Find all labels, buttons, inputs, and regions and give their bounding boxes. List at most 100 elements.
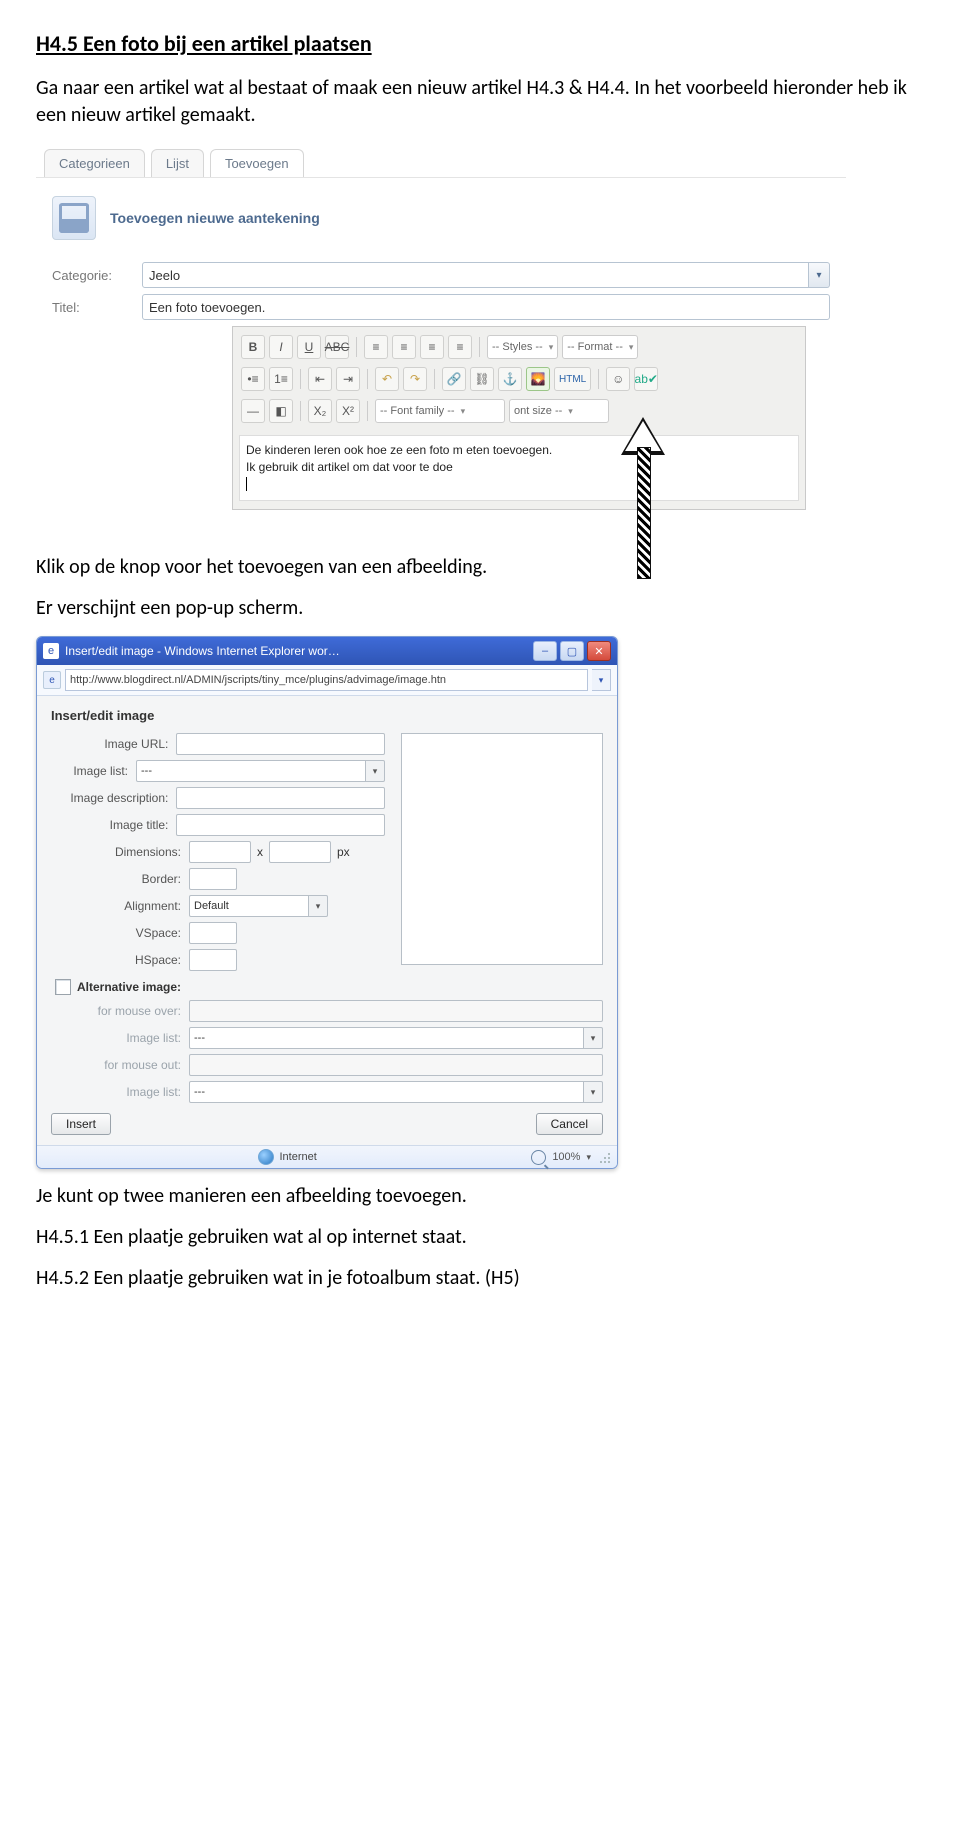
- html-button[interactable]: HTML: [554, 367, 591, 391]
- unlink-icon[interactable]: ⛓: [470, 367, 494, 391]
- label-mouse-out: for mouse out:: [51, 1058, 189, 1072]
- image-title-input[interactable]: [176, 814, 385, 836]
- label-dimensions: Dimensions:: [51, 845, 189, 859]
- label-hspace: HSpace:: [51, 953, 189, 967]
- fontsize-select[interactable]: ont size --▾: [509, 399, 609, 423]
- url-field[interactable]: http://www.blogdirect.nl/ADMIN/jscripts/…: [65, 669, 588, 691]
- paragraph: H4.5.1 Een plaatje gebruiken wat al op i…: [36, 1224, 924, 1251]
- fontfamily-select[interactable]: -- Font family --▾: [375, 399, 505, 423]
- eraser-icon[interactable]: ◧: [269, 399, 293, 423]
- subscript-icon[interactable]: X₂: [308, 399, 332, 423]
- image-url-input[interactable]: [176, 733, 385, 755]
- anchor-icon[interactable]: ⚓: [498, 367, 522, 391]
- paragraph: Klik op de knop voor het toevoegen van e…: [36, 554, 924, 581]
- hr-icon[interactable]: —: [241, 399, 265, 423]
- strike-button[interactable]: ABC: [325, 335, 349, 359]
- mouse-out-input[interactable]: [189, 1054, 603, 1076]
- dropdown-caret-icon[interactable]: ▾: [309, 895, 328, 917]
- superscript-icon[interactable]: X²: [336, 399, 360, 423]
- bold-button[interactable]: B: [241, 335, 265, 359]
- link-icon[interactable]: 🔗: [442, 367, 466, 391]
- dropdown-caret-icon[interactable]: ▾: [809, 262, 830, 288]
- align-center-icon[interactable]: ≡: [392, 335, 416, 359]
- align-right-icon[interactable]: ≡: [420, 335, 444, 359]
- panel-title: Toevoegen nieuwe aantekening: [110, 210, 320, 226]
- redo-icon[interactable]: ↷: [403, 367, 427, 391]
- alt-image-checkbox[interactable]: [55, 979, 71, 995]
- maximize-button[interactable]: ▢: [560, 641, 584, 661]
- label-image-list: Image list:: [51, 764, 136, 778]
- emoticon-icon[interactable]: ☺: [606, 367, 630, 391]
- resize-grip-icon[interactable]: [597, 1150, 611, 1164]
- page-favicon-icon: e: [43, 671, 61, 689]
- tab-toevoegen[interactable]: Toevoegen: [210, 149, 304, 177]
- dropdown-caret-icon[interactable]: ▾: [584, 1081, 603, 1103]
- label-image-list: Image list:: [51, 1031, 189, 1045]
- label-alt-image: Alternative image:: [77, 980, 181, 994]
- screenshot-popup: e Insert/edit image - Windows Internet E…: [36, 636, 618, 1169]
- image-preview: [401, 733, 603, 965]
- dropdown-caret-icon[interactable]: ▾: [366, 760, 385, 782]
- italic-button[interactable]: I: [269, 335, 293, 359]
- window-title: Insert/edit image - Windows Internet Exp…: [65, 644, 533, 658]
- content-line: De kinderen leren ook hoe ze een foto m …: [246, 442, 792, 459]
- styles-select[interactable]: -- Styles --▾: [487, 335, 558, 359]
- dropdown-caret-icon[interactable]: ▾: [592, 669, 611, 691]
- cancel-button[interactable]: Cancel: [536, 1113, 603, 1135]
- tab-lijst[interactable]: Lijst: [151, 149, 204, 177]
- label-image-list: Image list:: [51, 1085, 189, 1099]
- paragraph: H4.5.2 Een plaatje gebruiken wat in je f…: [36, 1265, 924, 1292]
- screenshot-editor: Categorieen Lijst Toevoegen Toevoegen ni…: [36, 143, 846, 540]
- dialog-title: Insert/edit image: [51, 708, 603, 723]
- spellcheck-icon[interactable]: ab✔: [634, 367, 658, 391]
- image-desc-input[interactable]: [176, 787, 385, 809]
- paragraph: Ga naar een artikel wat al bestaat of ma…: [36, 75, 924, 129]
- paragraph: Je kunt op twee manieren een afbeelding …: [36, 1183, 924, 1210]
- status-bar: Internet 100% ▾: [37, 1145, 617, 1168]
- content-line: Ik gebruik dit artikel om dat voor te do…: [246, 459, 792, 476]
- indent-icon[interactable]: ⇥: [336, 367, 360, 391]
- zone-label: Internet: [280, 1151, 317, 1163]
- border-input[interactable]: [189, 868, 237, 890]
- zoom-caret-icon[interactable]: ▾: [586, 1152, 591, 1163]
- minimize-button[interactable]: –: [533, 641, 557, 661]
- width-input[interactable]: [189, 841, 251, 863]
- label-alignment: Alignment:: [51, 899, 189, 913]
- category-select[interactable]: [142, 262, 809, 288]
- ol-icon[interactable]: 1≡: [269, 367, 293, 391]
- close-button[interactable]: ✕: [587, 641, 611, 661]
- outdent-icon[interactable]: ⇤: [308, 367, 332, 391]
- format-select[interactable]: -- Format --▾: [562, 335, 638, 359]
- label-image-url: Image URL:: [51, 737, 176, 751]
- label-image-desc: Image description:: [51, 791, 176, 805]
- undo-icon[interactable]: ↶: [375, 367, 399, 391]
- align-left-icon[interactable]: ≡: [364, 335, 388, 359]
- mouse-over-input[interactable]: [189, 1000, 603, 1022]
- ul-icon[interactable]: •≡: [241, 367, 265, 391]
- height-input[interactable]: [269, 841, 331, 863]
- note-icon: [52, 196, 96, 240]
- label-category: Categorie:: [52, 268, 142, 283]
- address-bar: e http://www.blogdirect.nl/ADMIN/jscript…: [37, 665, 617, 696]
- zoom-icon[interactable]: [531, 1150, 546, 1165]
- label-border: Border:: [51, 872, 189, 886]
- title-input[interactable]: [142, 294, 830, 320]
- insert-button[interactable]: Insert: [51, 1113, 111, 1135]
- vspace-input[interactable]: [189, 922, 237, 944]
- window-titlebar[interactable]: e Insert/edit image - Windows Internet E…: [37, 637, 617, 665]
- editor-content[interactable]: De kinderen leren ook hoe ze een foto m …: [239, 435, 799, 501]
- label-mouse-over: for mouse over:: [51, 1004, 189, 1018]
- image-list-select[interactable]: [189, 1027, 584, 1049]
- hspace-input[interactable]: [189, 949, 237, 971]
- image-list-select[interactable]: [136, 760, 366, 782]
- tab-categorieen[interactable]: Categorieen: [44, 149, 145, 177]
- paragraph: Er verschijnt een pop-up scherm.: [36, 595, 924, 622]
- alignment-select[interactable]: [189, 895, 309, 917]
- dropdown-caret-icon[interactable]: ▾: [584, 1027, 603, 1049]
- insert-image-icon[interactable]: 🌄: [526, 367, 550, 391]
- dim-x: x: [251, 845, 269, 859]
- align-justify-icon[interactable]: ≡: [448, 335, 472, 359]
- globe-icon: [258, 1149, 274, 1165]
- image-list-select[interactable]: [189, 1081, 584, 1103]
- underline-button[interactable]: U: [297, 335, 321, 359]
